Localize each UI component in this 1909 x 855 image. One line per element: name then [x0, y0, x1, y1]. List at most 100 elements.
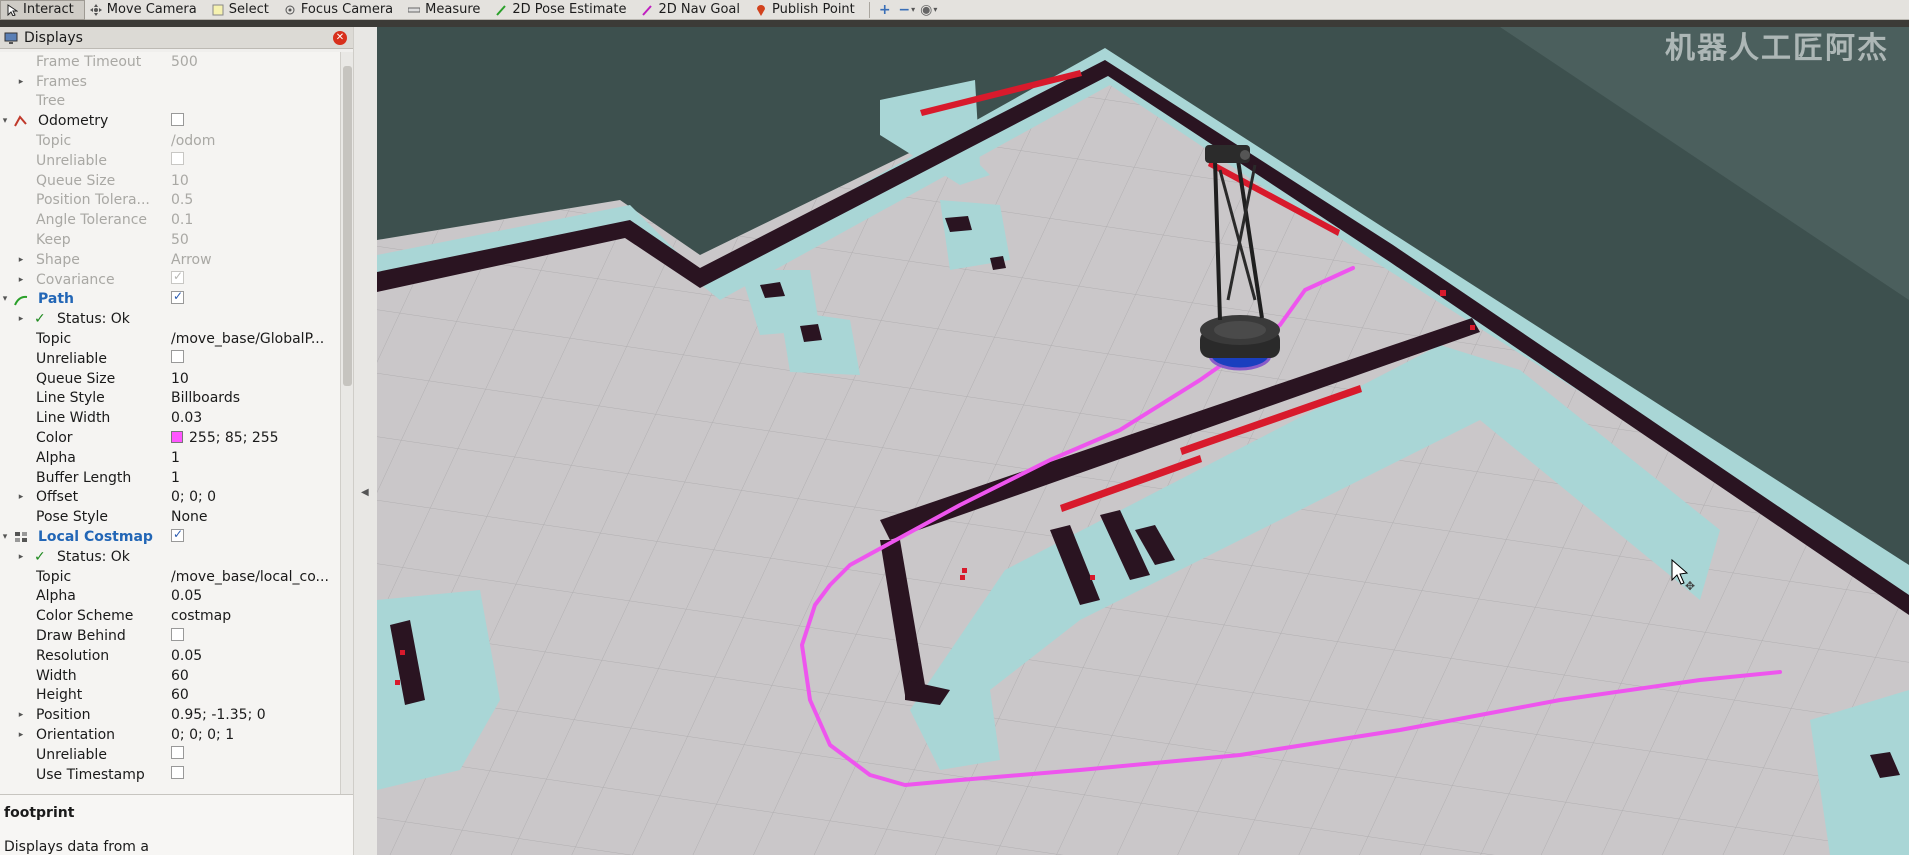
chevron-down-icon[interactable]: ▾ [0, 294, 10, 304]
minus-icon[interactable]: − ▾ [896, 1, 918, 19]
tool-publish-point[interactable]: Publish Point [750, 0, 865, 20]
tree-row-queue-size[interactable]: Queue Size 10 [0, 171, 340, 191]
close-icon[interactable]: ✕ [333, 31, 347, 45]
panel-splitter[interactable]: ◀ [353, 27, 377, 855]
tree-row-pose-style[interactable]: Pose Style None [0, 507, 340, 527]
tree-row-value[interactable]: 0.95; -1.35; 0 [171, 707, 336, 723]
checkbox[interactable] [171, 627, 184, 641]
tree-row-value[interactable] [171, 528, 336, 546]
tree-row-line-style[interactable]: Line Style Billboards [0, 389, 340, 409]
tree-row-value[interactable]: 0.03 [171, 410, 336, 426]
tree-row-value[interactable] [171, 271, 336, 288]
tool-move-camera[interactable]: Move Camera [85, 0, 207, 20]
tree-row-shape[interactable]: ▸ Shape Arrow [0, 250, 340, 270]
chevron-down-icon[interactable]: ▾ [0, 116, 10, 126]
tree-row-value[interactable]: 0.05 [171, 648, 336, 664]
checkbox[interactable] [171, 350, 184, 364]
tree-row-covariance[interactable]: ▸ Covariance [0, 270, 340, 290]
tree-row-value[interactable]: /move_base/GlobalP... [171, 331, 336, 347]
tree-row-value[interactable]: 1 [171, 450, 336, 466]
tool-interact[interactable]: Interact [0, 0, 85, 20]
tree-row-frame-timeout[interactable]: Frame Timeout 500 [0, 52, 340, 72]
tool-focus-camera[interactable]: Focus Camera [279, 0, 403, 20]
tree-row-value[interactable] [171, 112, 336, 130]
tree-row-value[interactable]: 0.05 [171, 588, 336, 604]
tree-row-path[interactable]: ▾ Path [0, 290, 340, 310]
tree-row-color[interactable]: Color 255; 85; 255 [0, 428, 340, 448]
tree-row-value[interactable] [171, 152, 336, 169]
tool-2d-nav-goal[interactable]: 2D Nav Goal [636, 0, 750, 20]
plus-icon[interactable]: + [874, 1, 896, 19]
tree-row-value[interactable]: 50 [171, 232, 336, 248]
chevron-right-icon[interactable]: ▸ [16, 77, 26, 87]
tool-measure[interactable]: Measure [403, 0, 490, 20]
checkbox[interactable] [171, 290, 184, 304]
checkbox[interactable] [171, 152, 184, 166]
tree-row-value[interactable]: 60 [171, 668, 336, 684]
checkbox[interactable] [171, 528, 184, 542]
tree-row-offset[interactable]: ▸ Offset 0; 0; 0 [0, 488, 340, 508]
tree-row-draw-behind[interactable]: Draw Behind [0, 626, 340, 646]
3d-render-view[interactable]: ✥ 机器人工匠阿杰 [377, 27, 1909, 855]
tree-row-status-ok[interactable]: ▸ ✓ Status: Ok [0, 309, 340, 329]
tree-row-value[interactable] [171, 627, 336, 645]
tree-row-topic[interactable]: Topic/move_base/GlobalP... [0, 329, 340, 349]
tree-row-queue-size[interactable]: Queue Size 10 [0, 369, 340, 389]
tree-row-value[interactable]: None [171, 509, 336, 525]
tree-row-height[interactable]: Height 60 [0, 686, 340, 706]
tree-row-buffer-length[interactable]: Buffer Length 1 [0, 468, 340, 488]
tool-select[interactable]: Select [207, 0, 279, 20]
checkbox[interactable] [171, 112, 184, 126]
tool-2d-pose-estimate[interactable]: 2D Pose Estimate [490, 0, 636, 20]
display-tree[interactable]: Frame Timeout 500 ▸ Frames Tree ▾ Odometry Topi… [0, 52, 340, 816]
tree-row-frames[interactable]: ▸ Frames [0, 72, 340, 92]
tree-row-value[interactable]: 0; 0; 0 [171, 489, 336, 505]
tree-row-value[interactable]: 500 [171, 54, 336, 70]
tree-row-value[interactable]: 0.5 [171, 192, 336, 208]
tree-row-value[interactable] [171, 746, 336, 763]
chevron-right-icon[interactable]: ▸ [16, 730, 26, 740]
tree-row-line-width[interactable]: Line Width 0.03 [0, 408, 340, 428]
tree-row-tree[interactable]: Tree [0, 92, 340, 112]
tree-row-value[interactable]: /move_base/local_co... [171, 569, 336, 585]
tree-row-value[interactable]: 0; 0; 0; 1 [171, 727, 336, 743]
tree-row-value[interactable]: 60 [171, 687, 336, 703]
chevron-right-icon[interactable]: ▸ [16, 552, 26, 562]
chevron-right-icon[interactable]: ▸ [16, 255, 26, 265]
tree-row-position[interactable]: ▸ Position 0.95; -1.35; 0 [0, 705, 340, 725]
tree-row-position-tolera[interactable]: Position Tolera... 0.5 [0, 191, 340, 211]
tree-row-value[interactable]: costmap [171, 608, 336, 624]
chevron-right-icon[interactable]: ▸ [16, 710, 26, 720]
color-swatch[interactable] [171, 431, 183, 444]
tree-row-value[interactable] [171, 766, 336, 783]
tree-row-unreliable[interactable]: Unreliable [0, 745, 340, 765]
tree-row-topic[interactable]: Topic/move_base/local_co... [0, 567, 340, 587]
chevron-down-icon[interactable]: ▾ [0, 532, 10, 542]
tree-row-topic[interactable]: Topic/odom [0, 131, 340, 151]
eye-icon[interactable]: ◉ ▾ [918, 1, 940, 19]
chevron-right-icon[interactable]: ▸ [16, 492, 26, 502]
chevron-right-icon[interactable]: ▸ [16, 314, 26, 324]
tree-row-width[interactable]: Width 60 [0, 666, 340, 686]
scrollbar-thumb[interactable] [343, 66, 352, 386]
costmap-scene[interactable]: ✥ [377, 27, 1909, 855]
tree-row-orientation[interactable]: ▸ Orientation 0; 0; 0; 1 [0, 725, 340, 745]
tree-row-value[interactable]: Billboards [171, 390, 336, 406]
tree-row-alpha[interactable]: Alpha 1 [0, 448, 340, 468]
tree-row-unreliable[interactable]: Unreliable [0, 349, 340, 369]
tree-row-alpha[interactable]: Alpha 0.05 [0, 587, 340, 607]
tree-row-color-scheme[interactable]: Color Scheme costmap [0, 606, 340, 626]
tree-row-value[interactable]: 0.1 [171, 212, 336, 228]
tree-row-keep[interactable]: Keep 50 [0, 230, 340, 250]
display-tree-scrollbar[interactable] [340, 52, 353, 816]
tree-row-status-ok[interactable]: ▸ ✓ Status: Ok [0, 547, 340, 567]
tree-row-angle-tolerance[interactable]: Angle Tolerance 0.1 [0, 210, 340, 230]
tree-row-value[interactable]: 1 [171, 470, 336, 486]
tree-row-value[interactable]: 10 [171, 371, 336, 387]
checkbox[interactable] [171, 766, 184, 780]
collapse-arrow-icon[interactable]: ◀ [361, 487, 369, 498]
tree-row-odometry[interactable]: ▾ Odometry [0, 111, 340, 131]
tree-row-value[interactable]: 10 [171, 173, 336, 189]
tree-row-local-costmap[interactable]: ▾ Local Costmap [0, 527, 340, 547]
checkbox[interactable] [171, 271, 184, 285]
